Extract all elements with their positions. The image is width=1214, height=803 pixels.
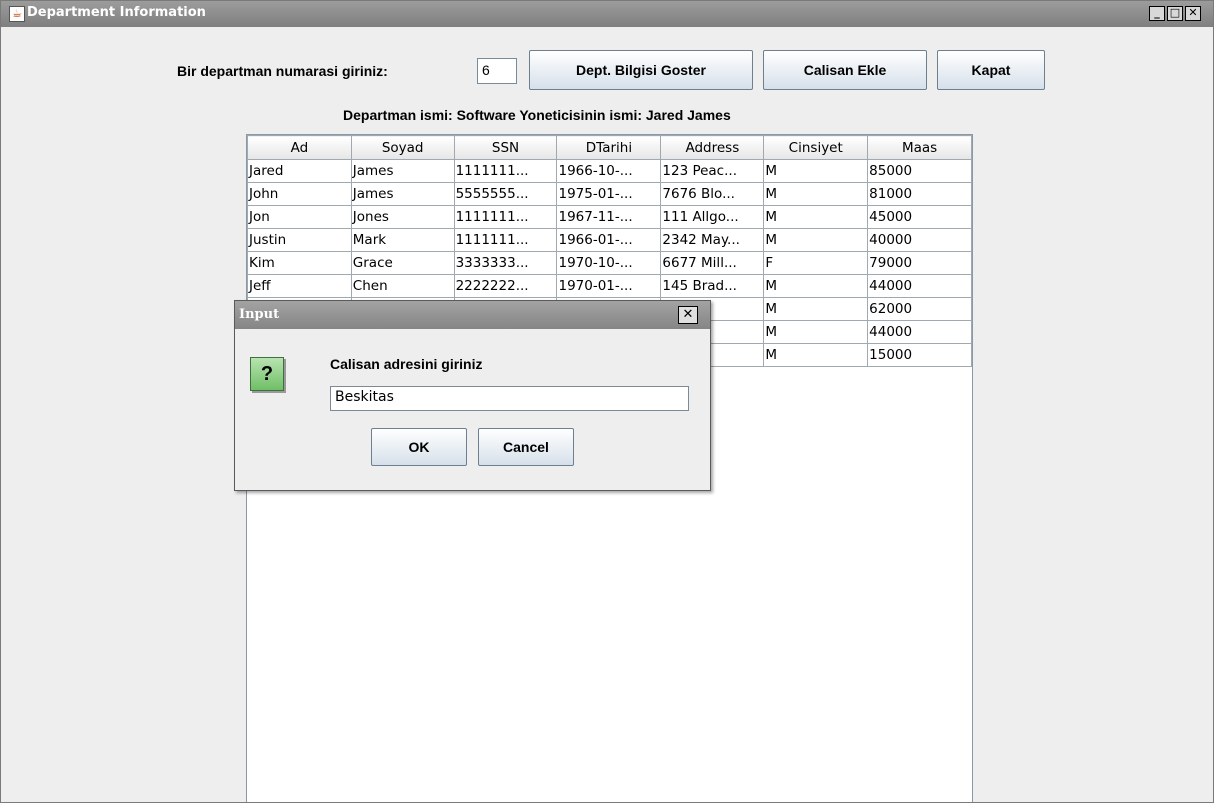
table-cell[interactable]: 79000: [867, 251, 972, 275]
table-cell[interactable]: M: [763, 159, 869, 183]
table-cell[interactable]: 1970-01-...: [556, 274, 662, 298]
table-cell[interactable]: M: [763, 297, 869, 321]
close-icon[interactable]: ✕: [1185, 6, 1201, 21]
table-cell[interactable]: 145 Brad...: [660, 274, 765, 298]
table-cell[interactable]: F: [763, 251, 869, 275]
table-cell[interactable]: Jones: [350, 205, 455, 229]
table-cell[interactable]: John: [247, 182, 352, 206]
table-cell[interactable]: 111 Allgo...: [660, 205, 765, 229]
question-icon: ?: [250, 357, 284, 391]
address-input[interactable]: Beskitas: [330, 386, 689, 411]
table-cell[interactable]: Justin: [247, 228, 352, 252]
column-header-maas[interactable]: Maas: [867, 135, 972, 160]
table-cell[interactable]: James: [350, 159, 455, 183]
table-cell[interactable]: 3333333...: [453, 251, 558, 275]
table-row[interactable]: John James 5555555... 1975-01-... 7676 Blo..…: [247, 182, 972, 206]
table-cell[interactable]: 123 Peac...: [660, 159, 765, 183]
table-cell[interactable]: Jeff: [247, 274, 352, 298]
table-cell[interactable]: M: [763, 182, 869, 206]
column-header-ssn[interactable]: SSN: [453, 135, 558, 160]
column-header-soyad[interactable]: Soyad: [350, 135, 455, 160]
table-cell[interactable]: 1966-10-...: [556, 159, 662, 183]
table-row[interactable]: Justin Mark 1111111... 1966-01-... 2342 May.…: [247, 228, 972, 252]
cancel-button[interactable]: Cancel: [478, 428, 574, 466]
java-app-icon: ☕: [9, 6, 25, 22]
dialog-close-icon[interactable]: ✕: [678, 306, 698, 324]
table-row[interactable]: Kim Grace 3333333... 1970-10-... 6677 Mill..…: [247, 251, 972, 275]
table-cell[interactable]: 1111111...: [453, 205, 558, 229]
table-cell[interactable]: 1967-11-...: [556, 205, 662, 229]
window-title: Department Information: [27, 5, 206, 20]
close-button[interactable]: Kapat: [937, 50, 1045, 90]
minimize-icon[interactable]: _: [1149, 6, 1165, 21]
table-cell[interactable]: Kim: [247, 251, 352, 275]
dialog-title: Input: [239, 307, 280, 322]
column-header-address[interactable]: Address: [660, 135, 765, 160]
add-employee-button[interactable]: Calisan Ekle: [763, 50, 927, 90]
column-header-dtarihi[interactable]: DTarihi: [556, 135, 662, 160]
table-cell[interactable]: James: [350, 182, 455, 206]
table-row[interactable]: Jared James 1111111... 1966-10-... 123 Peac.…: [247, 159, 972, 183]
main-window: ☕ Department Information _ □ ✕ Bir depar…: [0, 0, 1214, 803]
dept-number-label: Bir departman numarasi giriniz:: [177, 63, 388, 79]
table-row[interactable]: Jon Jones 1111111... 1967-11-... 111 Allgo..…: [247, 205, 972, 229]
column-header-cinsiyet[interactable]: Cinsiyet: [763, 135, 869, 160]
maximize-icon[interactable]: □: [1167, 6, 1183, 21]
dept-number-input[interactable]: 6: [477, 58, 517, 84]
table-cell[interactable]: Jared: [247, 159, 352, 183]
table-cell[interactable]: 1111111...: [453, 159, 558, 183]
table-cell[interactable]: 7676 Blo...: [660, 182, 765, 206]
window-titlebar[interactable]: ☕ Department Information _ □ ✕: [1, 1, 1213, 27]
table-cell[interactable]: 2222222...: [453, 274, 558, 298]
table-cell[interactable]: Chen: [350, 274, 455, 298]
column-header-ad[interactable]: Ad: [247, 135, 352, 160]
table-cell[interactable]: 1111111...: [453, 228, 558, 252]
dialog-message: Calisan adresini giriniz: [330, 356, 483, 372]
table-cell[interactable]: M: [763, 205, 869, 229]
table-cell[interactable]: 81000: [867, 182, 972, 206]
table-cell[interactable]: 5555555...: [453, 182, 558, 206]
dialog-titlebar[interactable]: Input ✕: [235, 301, 710, 329]
table-cell[interactable]: 44000: [867, 274, 972, 298]
table-cell[interactable]: M: [763, 320, 869, 344]
table-row[interactable]: Jeff Chen 2222222... 1970-01-... 145 Brad...…: [247, 274, 972, 298]
table-cell[interactable]: 85000: [867, 159, 972, 183]
table-cell[interactable]: M: [763, 274, 869, 298]
table-cell[interactable]: 45000: [867, 205, 972, 229]
table-cell[interactable]: Jon: [247, 205, 352, 229]
table-cell[interactable]: 2342 May...: [660, 228, 765, 252]
table-cell[interactable]: M: [763, 343, 869, 367]
input-dialog: Input ✕ ? Calisan adresini giriniz Beski…: [234, 300, 711, 491]
table-cell[interactable]: 40000: [867, 228, 972, 252]
table-cell[interactable]: 15000: [867, 343, 972, 367]
table-cell[interactable]: Grace: [350, 251, 455, 275]
table-cell[interactable]: 1970-10-...: [556, 251, 662, 275]
table-cell[interactable]: Mark: [350, 228, 455, 252]
table-cell[interactable]: 62000: [867, 297, 972, 321]
table-cell[interactable]: M: [763, 228, 869, 252]
table-cell[interactable]: 1975-01-...: [556, 182, 662, 206]
table-cell[interactable]: 44000: [867, 320, 972, 344]
show-dept-info-button[interactable]: Dept. Bilgisi Goster: [529, 50, 753, 90]
ok-button[interactable]: OK: [371, 428, 467, 466]
department-info-label: Departman ismi: Software Yoneticisinin i…: [343, 107, 731, 123]
table-cell[interactable]: 1966-01-...: [556, 228, 662, 252]
table-cell[interactable]: 6677 Mill...: [660, 251, 765, 275]
